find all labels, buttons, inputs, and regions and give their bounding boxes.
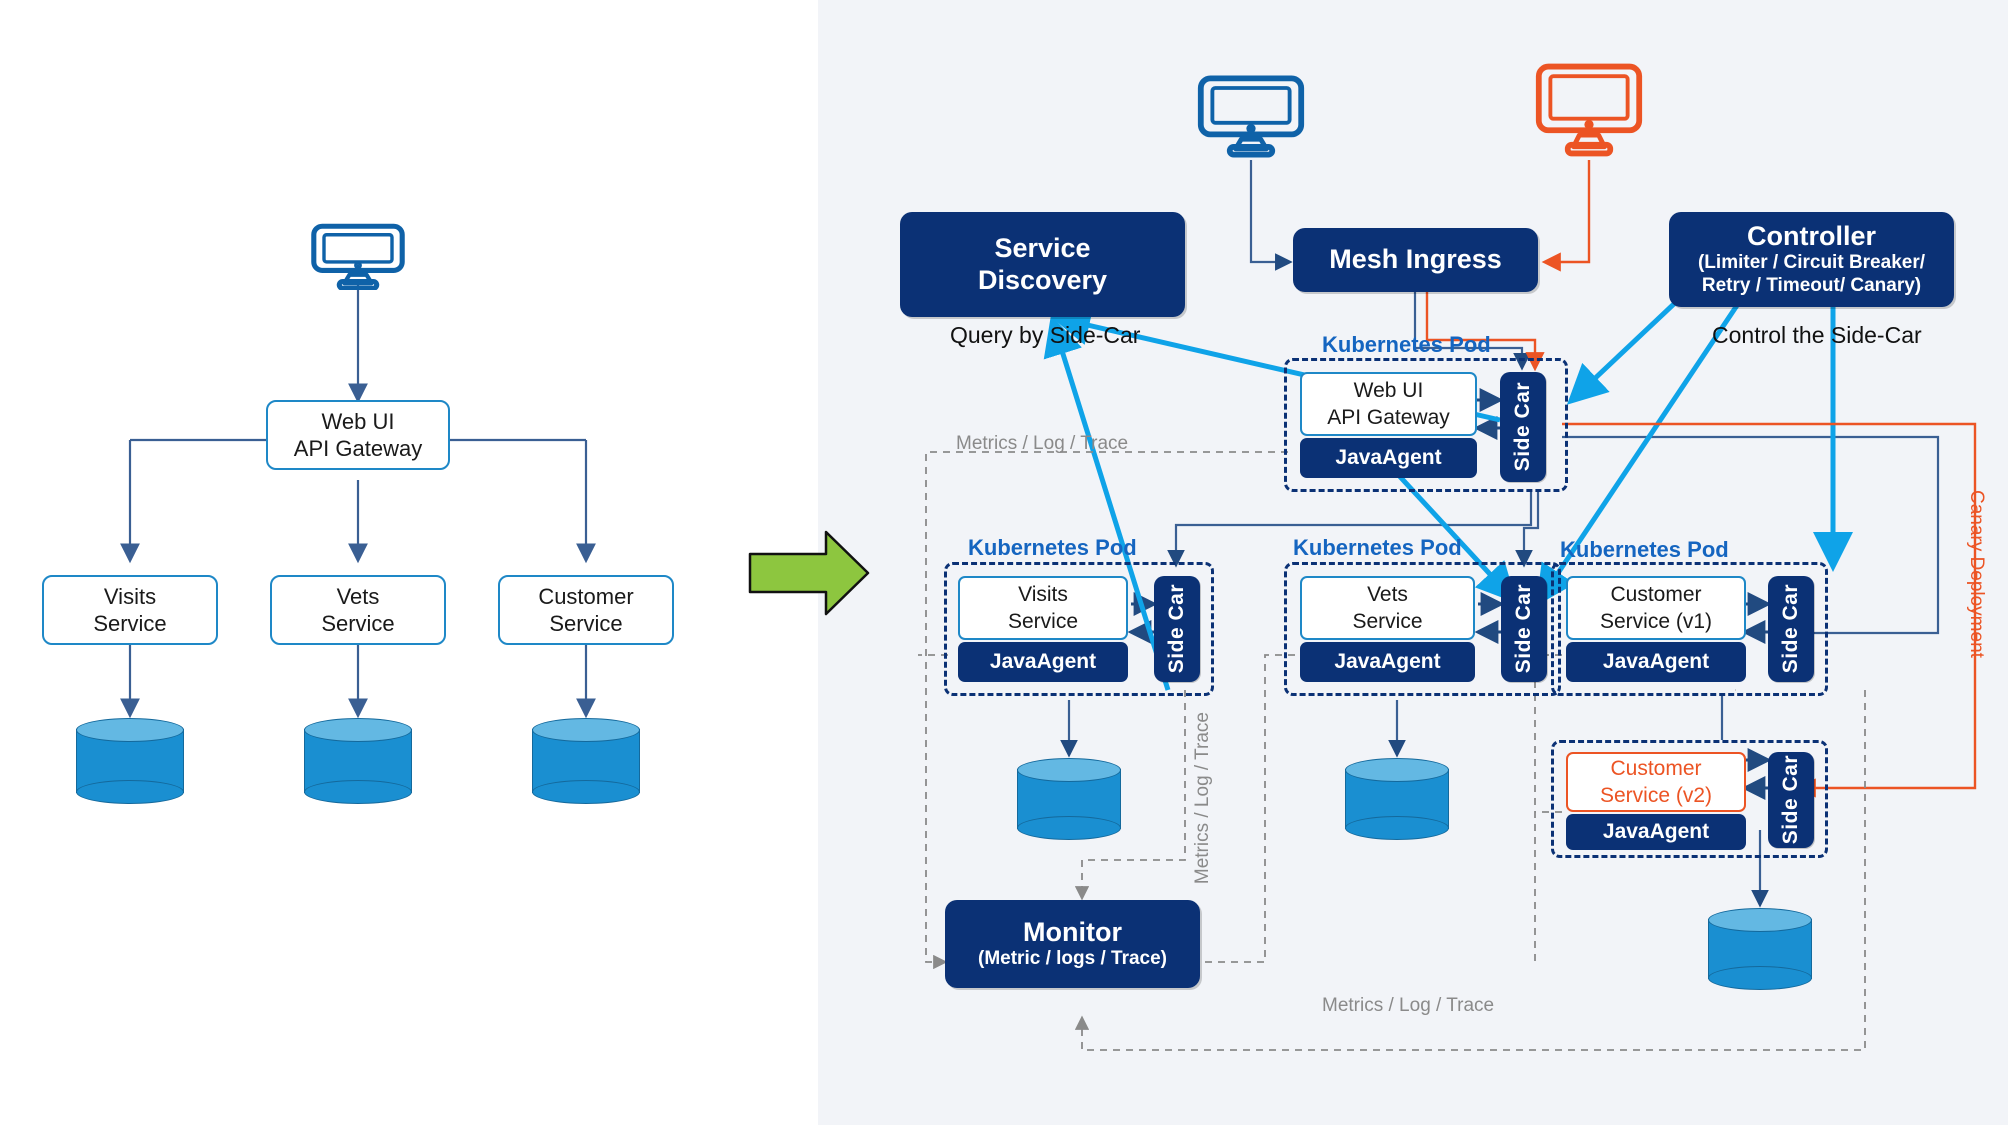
javaagent-badge: JavaAgent xyxy=(1300,642,1475,682)
mesh-ingress-box: Mesh Ingress xyxy=(1293,228,1538,292)
database-cylinder xyxy=(76,718,184,804)
service-card-top: Vets Service xyxy=(1300,576,1475,640)
database-cylinder xyxy=(1345,758,1449,840)
sidecar-web-ui: Side Car xyxy=(1500,372,1546,482)
left-gateway-line2: API Gateway xyxy=(293,436,423,461)
sidecar-label: Side Car xyxy=(1512,584,1535,674)
mesh-ingress-label: Mesh Ingress xyxy=(1329,244,1502,275)
pod-label-customer-v1: Kubernetes Pod xyxy=(1560,537,1729,562)
javaagent-badge: JavaAgent xyxy=(1566,642,1746,682)
service-line1: Customer xyxy=(538,583,634,609)
service-line1: Web UI xyxy=(1353,378,1424,402)
monitor-box: Monitor (Metric / logs / Trace) xyxy=(945,900,1200,988)
service-card-top: Visits Service xyxy=(958,576,1128,640)
sidecar-visits: Side Car xyxy=(1154,576,1200,682)
left-service-customer: Customer Service xyxy=(498,575,674,645)
service-line2: Service xyxy=(1007,610,1079,633)
desktop-monitor-icon-blue xyxy=(1195,72,1307,160)
service-line1: Vets xyxy=(1367,582,1408,606)
controller-title: Controller xyxy=(1746,221,1876,252)
service-card-vets: Vets Service JavaAgent xyxy=(1300,576,1475,682)
service-discovery-line1: Service xyxy=(994,233,1091,264)
left-gateway-box: Web UI API Gateway xyxy=(266,400,450,470)
service-line2: API Gateway xyxy=(1327,406,1450,429)
metrics-log-trace-vertical-label: Metrics / Log / Trace xyxy=(1192,712,1213,885)
sidecar-customer-v1: Side Car xyxy=(1768,576,1814,682)
controller-line3: Retry / Timeout/ Canary) xyxy=(1701,275,1922,297)
sidecar-label: Side Car xyxy=(1779,584,1802,674)
sidecar-label: Side Car xyxy=(1511,382,1534,472)
service-card-customer-v1: Customer Service (v1) JavaAgent xyxy=(1566,576,1746,682)
service-line2: Service (v1) xyxy=(1599,610,1713,633)
service-line2: Service xyxy=(93,611,167,636)
service-line2: Service xyxy=(321,611,395,636)
database-cylinder xyxy=(532,718,640,804)
service-card-web-ui: Web UI API Gateway JavaAgent xyxy=(1300,372,1477,478)
service-line2: Service (v2) xyxy=(1599,784,1713,807)
database-cylinder xyxy=(1708,908,1812,990)
pod-label-vets: Kubernetes Pod xyxy=(1293,535,1462,560)
service-card-top: Customer Service (v2) xyxy=(1566,752,1746,812)
service-line2: Service xyxy=(1352,610,1423,633)
service-line2: Service xyxy=(549,611,623,636)
service-card-visits: Visits Service JavaAgent xyxy=(958,576,1128,682)
sidecar-label: Side Car xyxy=(1779,755,1802,845)
metrics-log-trace-top-label: Metrics / Log / Trace xyxy=(956,433,1129,454)
service-line1: Customer xyxy=(1610,756,1702,780)
green-right-arrow-icon xyxy=(748,528,870,618)
service-line1: Vets xyxy=(336,583,380,609)
database-cylinder xyxy=(304,718,412,804)
diagram-canvas: Web UI API Gateway Visits Service Vets S… xyxy=(0,0,2008,1125)
controller-line2: (Limiter / Circuit Breaker/ xyxy=(1697,252,1926,274)
canary-deployment-label: Canary Deployment xyxy=(1966,490,1987,658)
left-service-vets: Vets Service xyxy=(270,575,446,645)
sidecar-customer-v2: Side Car xyxy=(1768,752,1814,848)
desktop-monitor-icon-orange xyxy=(1533,60,1645,160)
javaagent-badge: JavaAgent xyxy=(958,642,1128,682)
control-the-sidecar-label: Control the Side-Car xyxy=(1712,322,1922,348)
sidecar-label: Side Car xyxy=(1165,584,1188,674)
service-card-top: Customer Service (v1) xyxy=(1566,576,1746,640)
service-discovery-box: Service Discovery xyxy=(900,212,1185,317)
service-card-top: Web UI API Gateway xyxy=(1300,372,1477,436)
desktop-monitor-icon xyxy=(300,222,416,291)
service-line1: Customer xyxy=(1610,582,1702,606)
pod-label-web-ui: Kubernetes Pod xyxy=(1322,332,1491,357)
metrics-log-trace-bottom-label: Metrics / Log / Trace xyxy=(1322,995,1495,1016)
left-gateway-line1: Web UI xyxy=(321,408,395,434)
monitor-title: Monitor xyxy=(1023,917,1122,948)
javaagent-badge: JavaAgent xyxy=(1566,814,1746,850)
sidecar-vets: Side Car xyxy=(1501,576,1547,682)
left-service-visits: Visits Service xyxy=(42,575,218,645)
javaagent-badge: JavaAgent xyxy=(1300,438,1477,478)
monitor-subtitle: (Metric / logs / Trace) xyxy=(978,948,1167,970)
database-cylinder xyxy=(1017,758,1121,840)
service-card-customer-v2: Customer Service (v2) JavaAgent xyxy=(1566,752,1746,850)
service-discovery-line2: Discovery xyxy=(977,264,1108,295)
service-line1: Visits xyxy=(103,583,157,609)
pod-label-visits: Kubernetes Pod xyxy=(968,535,1137,560)
controller-box: Controller (Limiter / Circuit Breaker/ R… xyxy=(1669,212,1954,307)
query-by-sidecar-label: Query by Side-Car xyxy=(950,322,1141,348)
service-line1: Visits xyxy=(1018,582,1068,606)
